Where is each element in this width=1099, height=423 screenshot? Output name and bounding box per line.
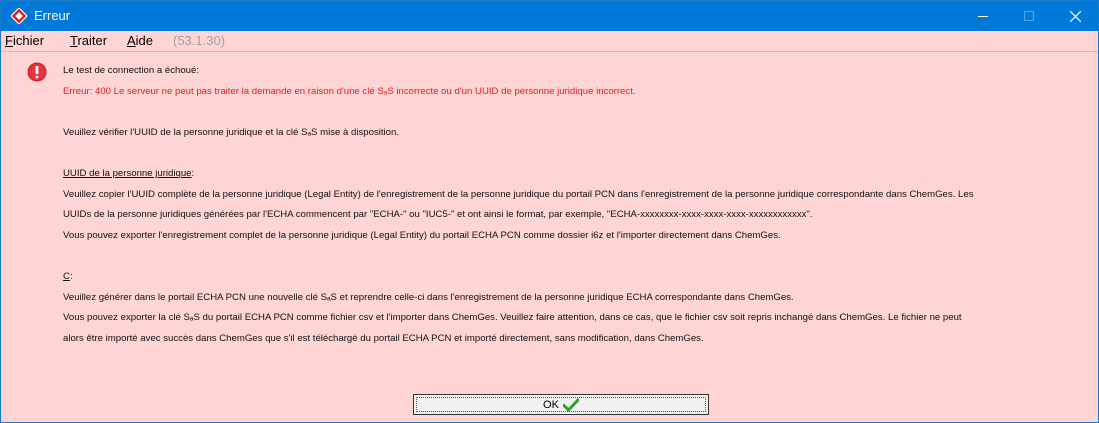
menu-bar: Fichier Traiter Aide (53.1.30) [1, 31, 1098, 52]
c-section-heading: C: [63, 267, 1094, 288]
menu-traiter[interactable]: Traiter [70, 33, 107, 48]
menu-aide[interactable]: Aide [127, 33, 153, 48]
error-message: Erreur: 400 Le serveur ne peut pas trait… [63, 85, 636, 97]
uuid-heading-text: UUID de la personne juridique [63, 167, 192, 179]
menu-aide-accel: A [127, 33, 136, 48]
maximize-icon [1024, 11, 1034, 21]
menu-fichier[interactable]: Fichier [5, 33, 44, 48]
menu-aide-label: ide [135, 33, 154, 48]
ok-button-label: OK [543, 398, 559, 411]
uuid-section-heading: UUID de la personne juridique: [63, 164, 1094, 185]
error-dialog: Erreur Fichier Traiter Aide (53.1.30) Le… [0, 0, 1099, 423]
message-body: Le test de connection a échoué: Erreur: … [63, 61, 1094, 349]
menu-fichier-accel: F [5, 33, 13, 48]
c-heading-text: C [63, 270, 70, 282]
uuid-paragraph-line-1: Veuillez copier l'UUID complète de la pe… [63, 188, 974, 200]
menu-fichier-label: ichier [12, 33, 45, 48]
verify-message: Veuillez vérifier l'UUID de la personne … [63, 126, 400, 138]
uuid-paragraph-line-2: UUIDs de la personne juridiques générées… [63, 209, 813, 221]
minimize-icon [978, 16, 988, 17]
window-title: Erreur [34, 8, 71, 23]
ok-button[interactable]: OK [413, 394, 709, 415]
close-icon [1069, 10, 1081, 22]
uuid-heading-colon: : [191, 167, 195, 179]
app-diamond-icon [11, 8, 27, 24]
c-paragraph-line-3: alors être importé avec succès dans Chem… [63, 332, 704, 344]
version-label: (53.1.30) [173, 33, 226, 48]
c-heading-colon: : [69, 270, 73, 282]
title-bar[interactable]: Erreur [1, 1, 1098, 31]
c-paragraph-line-2: Vous pouvez exporter la clé SₐS du porta… [63, 312, 962, 324]
uuid-paragraph-line-3: Vous pouvez exporter l'enregistrement co… [63, 229, 781, 241]
minimize-button[interactable] [960, 1, 1006, 31]
maximize-button [1006, 1, 1052, 31]
menu-traiter-label: raiter [77, 33, 108, 48]
status-message: Le test de connection a échoué: [63, 65, 200, 76]
checkmark-icon [562, 398, 579, 411]
error-icon [27, 62, 47, 82]
c-paragraph-line-1: Veuillez générer dans le portail ECHA PC… [63, 291, 794, 303]
close-button[interactable] [1052, 1, 1098, 31]
